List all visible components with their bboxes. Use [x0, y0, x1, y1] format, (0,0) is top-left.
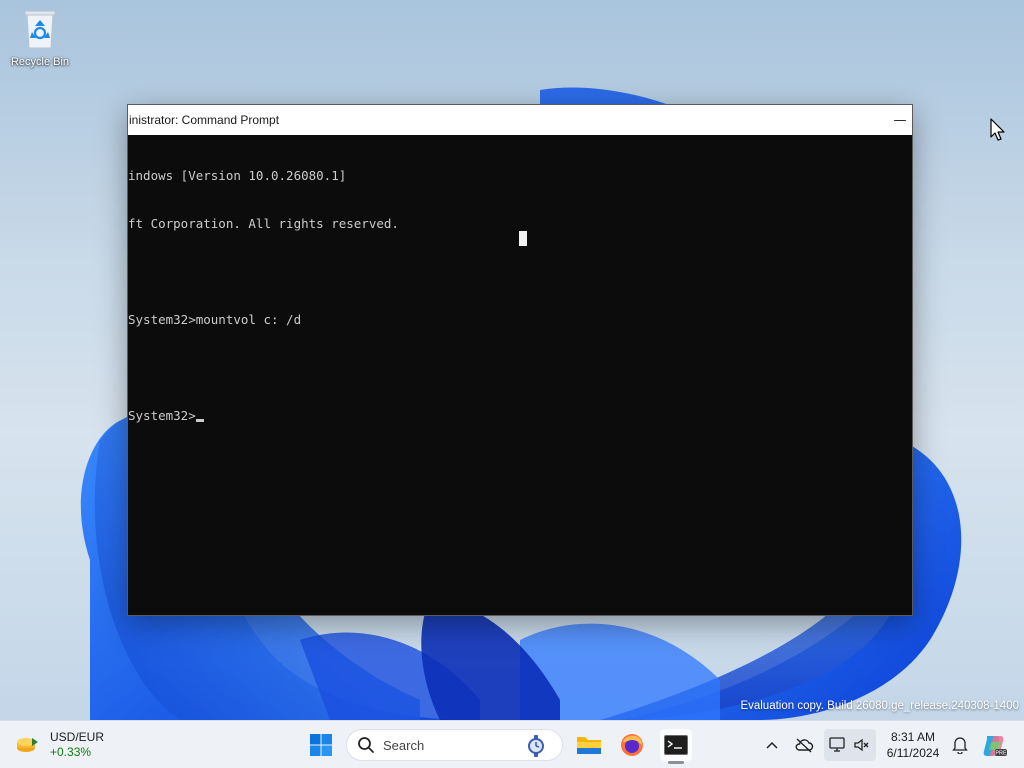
- search-highlight-icon: [528, 735, 544, 757]
- console-line: System32>mountvol c: /d: [128, 312, 302, 327]
- folder-icon: [577, 737, 601, 754]
- clock-time: 8:31 AM: [890, 730, 936, 744]
- prompt-text: System32>: [128, 408, 196, 423]
- recycle-bin-label: Recycle Bin: [10, 56, 70, 68]
- taskbar: USD/EUR +0.33% Search 8:31 AM 6/11/2024 …: [0, 720, 1024, 768]
- notifications-button[interactable]: [944, 729, 976, 761]
- onedrive-button[interactable]: [792, 733, 816, 757]
- minimize-button[interactable]: —: [888, 105, 912, 135]
- console-line: ft Corporation. All rights reserved.: [128, 216, 399, 231]
- taskbar-search[interactable]: [346, 729, 563, 761]
- quick-settings-button[interactable]: [824, 729, 876, 761]
- show-hidden-icons-button[interactable]: [760, 733, 784, 757]
- currency-exchange-icon: [14, 731, 42, 759]
- chevron-up-icon: [766, 741, 778, 749]
- window-titlebar[interactable]: inistrator: Command Prompt —: [128, 105, 912, 135]
- file-explorer-button[interactable]: [573, 729, 605, 761]
- firefox-button[interactable]: [616, 729, 648, 761]
- terminal-button[interactable]: [660, 729, 692, 764]
- console-line: indows [Version 10.0.26080.1]: [128, 168, 347, 183]
- recycle-bin-icon: [21, 8, 59, 50]
- search-icon: [358, 737, 374, 753]
- command-prompt-window[interactable]: inistrator: Command Prompt — indows [Ver…: [127, 104, 913, 616]
- widget-title: USD/EUR: [50, 730, 105, 744]
- window-title: inistrator: Command Prompt: [129, 113, 280, 127]
- svg-text:PRE: PRE: [995, 751, 1007, 757]
- volume-muted-icon: [854, 738, 869, 752]
- mouse-pointer-icon: [990, 118, 1006, 142]
- minimize-icon: —: [893, 112, 907, 128]
- cloud-offline-icon: [795, 738, 814, 753]
- text-cursor: [195, 419, 204, 422]
- active-app-indicator: [668, 761, 684, 764]
- evaluation-watermark: Evaluation copy. Build 26080.ge_release.…: [740, 700, 1019, 712]
- prompt-line[interactable]: System32>: [128, 408, 912, 424]
- search-input[interactable]: [383, 737, 503, 753]
- start-button[interactable]: [306, 730, 336, 760]
- copilot-icon: PRE: [983, 736, 1007, 757]
- clock-date: 6/11/2024: [886, 746, 940, 760]
- copilot-button[interactable]: PRE: [978, 729, 1010, 761]
- firefox-icon: [621, 734, 643, 756]
- network-icon: [829, 737, 845, 752]
- terminal-icon: [664, 735, 688, 755]
- widgets-button[interactable]: USD/EUR +0.33%: [14, 728, 134, 762]
- console-output[interactable]: indows [Version 10.0.26080.1] ft Corpora…: [128, 135, 912, 615]
- bell-icon: [952, 737, 968, 754]
- taskbar-clock[interactable]: 8:31 AM 6/11/2024: [878, 729, 948, 761]
- widget-change: +0.33%: [50, 745, 92, 759]
- windows-logo-icon: [310, 734, 332, 756]
- ibeam-cursor: [519, 231, 527, 246]
- recycle-bin-shortcut[interactable]: Recycle Bin: [4, 8, 76, 76]
- system-tray: [760, 721, 876, 768]
